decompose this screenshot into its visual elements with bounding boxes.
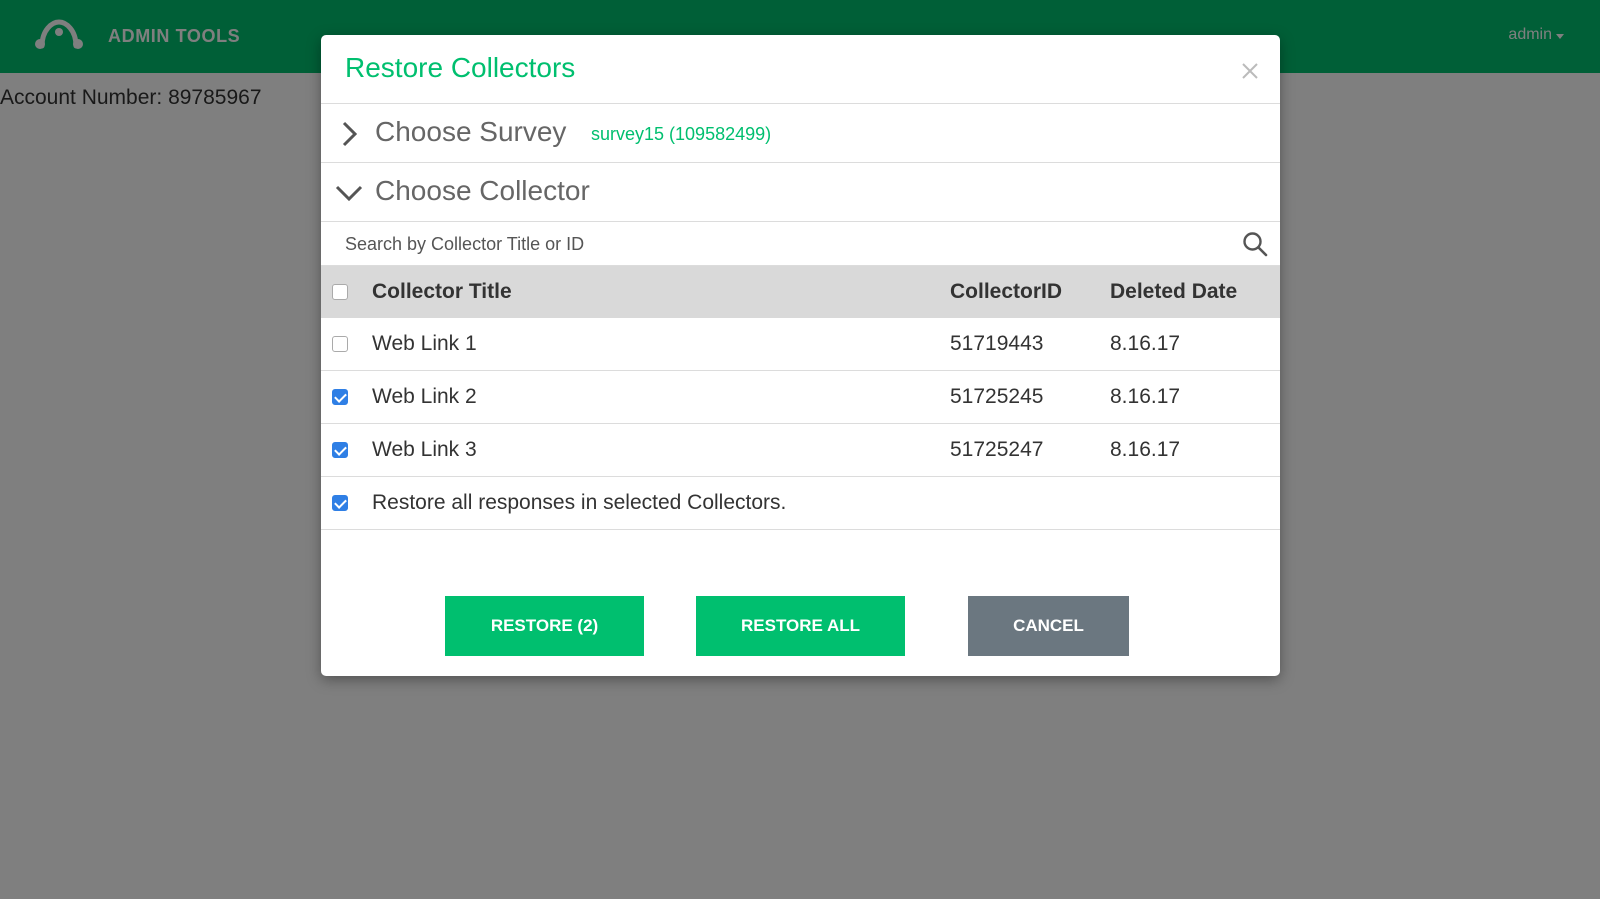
- deleted-date: 8.16.17: [1109, 318, 1280, 371]
- header-deleted-date[interactable]: Deleted Date: [1109, 266, 1280, 318]
- choose-collector-label: Choose Collector: [375, 175, 590, 206]
- choose-survey-section[interactable]: Choose Survey survey15 (109582499): [321, 104, 1280, 163]
- deleted-date: 8.16.17: [1109, 370, 1280, 424]
- restore-collectors-modal: Restore Collectors Choose Survey survey1…: [321, 35, 1280, 676]
- collector-search: [321, 222, 1280, 267]
- deleted-date: 8.16.17: [1109, 423, 1280, 477]
- header-collector-id[interactable]: CollectorID: [949, 266, 1109, 318]
- table-header-row: Collector Title CollectorID Deleted Date: [321, 266, 1280, 318]
- chevron-down-icon: [335, 185, 363, 202]
- modal-actions: RESTORE (2) RESTORE ALL CANCEL: [321, 596, 1280, 656]
- collector-search-input[interactable]: [343, 222, 1217, 267]
- choose-collector-section[interactable]: Choose Collector: [321, 163, 1280, 222]
- select-all-checkbox[interactable]: [332, 284, 348, 301]
- collector-id: 51725245: [949, 370, 1109, 424]
- collector-title: Web Link 2: [371, 370, 949, 424]
- choose-survey-label: Choose Survey: [375, 116, 567, 147]
- header-collector-title[interactable]: Collector Title: [371, 266, 949, 318]
- collector-title: Web Link 1: [371, 318, 949, 371]
- restore-responses-row[interactable]: Restore all responses in selected Collec…: [321, 476, 1280, 530]
- modal-title: Restore Collectors: [345, 52, 576, 83]
- selected-survey: survey15 (109582499): [591, 124, 772, 144]
- row-checkbox[interactable]: [332, 389, 348, 406]
- restore-responses-label: Restore all responses in selected Collec…: [371, 476, 1280, 530]
- chevron-right-icon: [342, 121, 358, 147]
- table-row[interactable]: Web Link 3 51725247 8.16.17: [321, 423, 1280, 477]
- restore-selected-button[interactable]: RESTORE (2): [445, 596, 644, 656]
- restore-responses-checkbox[interactable]: [332, 495, 348, 512]
- select-all-cell: [321, 266, 371, 318]
- close-icon[interactable]: [1238, 59, 1262, 83]
- collectors-table: Collector Title CollectorID Deleted Date…: [321, 266, 1280, 530]
- collector-title: Web Link 3: [371, 423, 949, 477]
- table-row[interactable]: Web Link 1 51719443 8.16.17: [321, 318, 1280, 371]
- collector-id: 51725247: [949, 423, 1109, 477]
- row-checkbox[interactable]: [332, 336, 348, 353]
- row-checkbox[interactable]: [332, 442, 348, 459]
- modal-header: Restore Collectors: [321, 35, 1280, 104]
- table-row[interactable]: Web Link 2 51725245 8.16.17: [321, 370, 1280, 424]
- collector-id: 51719443: [949, 318, 1109, 371]
- cancel-button[interactable]: CANCEL: [968, 596, 1129, 656]
- restore-all-button[interactable]: RESTORE ALL: [696, 596, 905, 656]
- search-icon[interactable]: [1242, 231, 1268, 257]
